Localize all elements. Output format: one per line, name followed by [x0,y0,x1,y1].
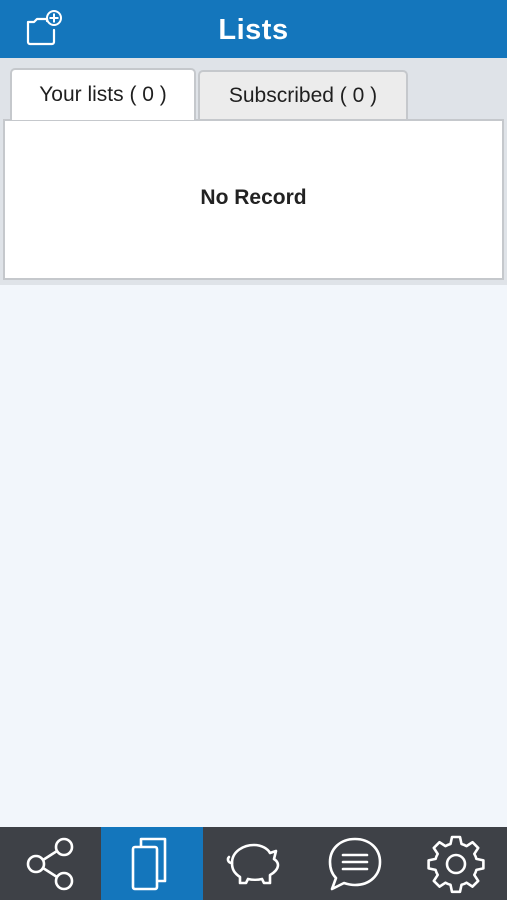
share-icon [26,837,73,890]
tab-bar: Your lists ( 0 ) Subscribed ( 0 ) [10,68,408,120]
nav-item-lists[interactable] [101,827,203,900]
bottom-nav [0,827,507,900]
header-bar: Lists [0,0,507,58]
nav-item-share[interactable] [0,827,101,900]
piggy-bank-icon [227,843,280,884]
tab-your-lists[interactable]: Your lists ( 0 ) [10,68,196,120]
nav-item-chat[interactable] [304,827,405,900]
nav-item-settings[interactable] [406,827,507,900]
chat-icon [328,837,382,890]
tabs-container: Your lists ( 0 ) Subscribed ( 0 ) No Rec… [0,58,507,285]
empty-state-message: No Record [200,185,307,209]
app-root: Lists Your lists ( 0 ) Subscribed ( 0 ) … [0,0,507,900]
folder-plus-icon [26,10,62,46]
page-title: Lists [218,13,289,46]
lists-icon [131,837,167,890]
tab-panel: No Record [3,119,504,280]
nav-item-savings[interactable] [203,827,304,900]
gear-icon [427,835,485,893]
new-list-button[interactable] [22,8,66,50]
tab-subscribed[interactable]: Subscribed ( 0 ) [198,70,408,120]
